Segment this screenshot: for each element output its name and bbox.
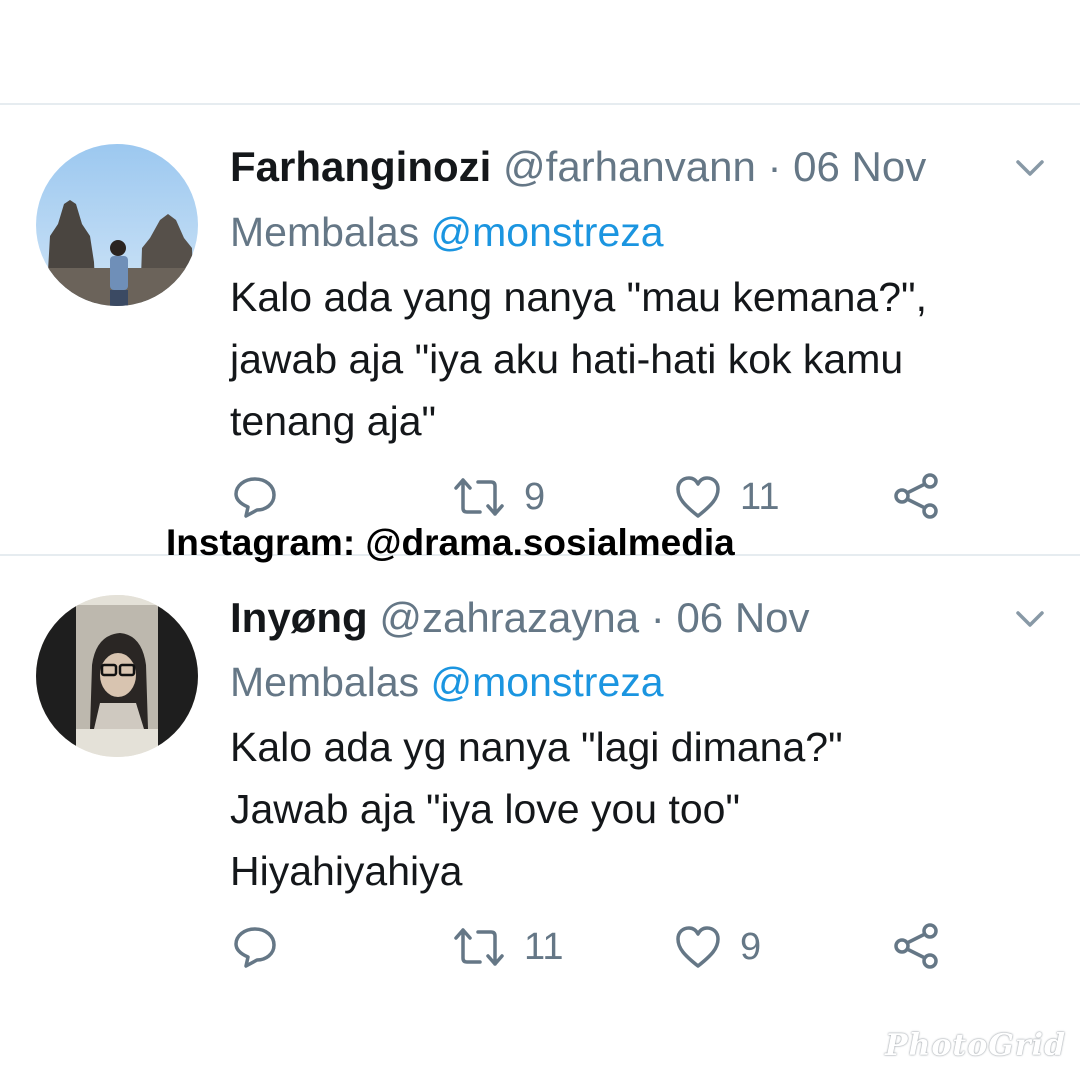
share-icon <box>894 473 938 519</box>
retweet-count: 9 <box>524 476 546 518</box>
reply-context: Membalas @monstreza <box>230 662 664 703</box>
tweet-header: Farhanginozi @farhanvann · 06 Nov <box>230 146 926 188</box>
avatar[interactable] <box>36 144 198 306</box>
separator-dot: · <box>650 594 665 641</box>
like-count: 11 <box>740 476 780 518</box>
separator-dot: · <box>767 143 782 190</box>
user-handle[interactable]: @farhanvann <box>503 143 756 190</box>
tweet-text: Kalo ada yg nanya "lagi dimana?" Jawab a… <box>230 716 1030 902</box>
tweet-text-line: Hiyahiyahiya <box>230 848 463 894</box>
more-button[interactable] <box>1012 156 1048 180</box>
tweet-text-line: Kalo ada yang nanya "mau kemana?", <box>230 274 927 320</box>
user-handle[interactable]: @zahrazayna <box>379 594 639 641</box>
retweet-icon <box>454 478 504 516</box>
tweet-header: Inyøng @zahrazayna · 06 Nov <box>230 597 810 639</box>
reply-prefix: Membalas <box>230 209 420 255</box>
reply-button[interactable] <box>232 474 278 520</box>
chevron-down-icon <box>1016 611 1044 627</box>
reply-icon <box>234 927 276 968</box>
tweet-text-line: jawab aja "iya aku hati-hati kok kamu <box>230 336 904 382</box>
avatar-image <box>36 595 198 757</box>
more-button[interactable] <box>1012 607 1048 631</box>
heart-icon <box>676 926 720 968</box>
share-icon <box>894 923 938 969</box>
reply-context: Membalas @monstreza <box>230 212 664 253</box>
avatar-image <box>36 144 198 306</box>
display-name[interactable]: Farhanginozi <box>230 143 491 190</box>
tweet-text-line: tenang aja" <box>230 398 437 444</box>
share-button[interactable] <box>892 472 940 520</box>
retweet-button[interactable]: 11 <box>452 924 563 970</box>
like-button[interactable]: 11 <box>674 474 779 520</box>
chevron-down-icon <box>1016 160 1044 176</box>
tweet-date[interactable]: 06 Nov <box>793 143 926 190</box>
tweet-text: Kalo ada yang nanya "mau kemana?", jawab… <box>230 266 1030 452</box>
share-button[interactable] <box>892 922 940 970</box>
like-count: 9 <box>740 926 762 968</box>
reply-mention-link[interactable]: @monstreza <box>431 659 664 705</box>
top-divider <box>0 103 1080 105</box>
avatar[interactable] <box>36 595 198 757</box>
reply-mention-link[interactable]: @monstreza <box>431 209 664 255</box>
display-name[interactable]: Inyøng <box>230 594 368 641</box>
instagram-watermark: Instagram: @drama.sosialmedia <box>166 522 735 563</box>
like-button[interactable]: 9 <box>674 924 761 970</box>
retweet-icon <box>454 928 504 966</box>
reply-prefix: Membalas <box>230 659 420 705</box>
photogrid-watermark: PhotoGrid <box>885 1028 1067 1063</box>
reply-icon <box>234 477 276 518</box>
reply-button[interactable] <box>232 924 278 970</box>
tweet-text-line: Kalo ada yg nanya "lagi dimana?" <box>230 724 843 770</box>
retweet-count: 11 <box>524 926 564 968</box>
tweet-text-line: Jawab aja "iya love you too" <box>230 786 741 832</box>
retweet-button[interactable]: 9 <box>452 474 545 520</box>
heart-icon <box>676 476 720 518</box>
tweet-date[interactable]: 06 Nov <box>676 594 809 641</box>
